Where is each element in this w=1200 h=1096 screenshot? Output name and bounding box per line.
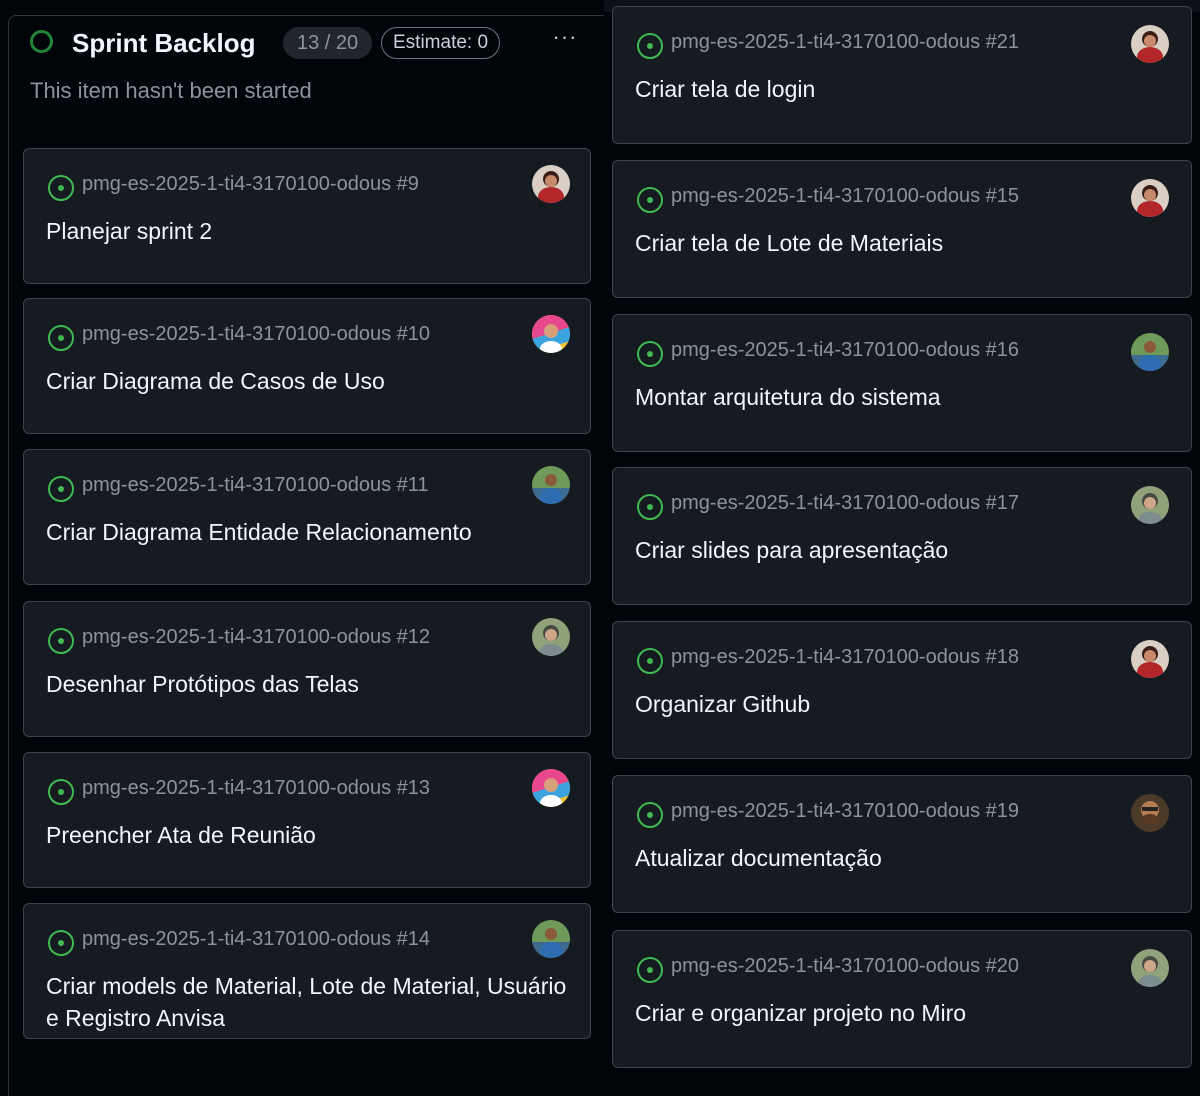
issue-title[interactable]: Criar Diagrama de Casos de Uso (46, 365, 570, 397)
issue-reference-link[interactable]: pmg-es-2025-1-ti4-3170100-odous #9 (82, 173, 419, 196)
issue-card[interactable]: pmg-es-2025-1-ti4-3170100-odous #19 Atual… (612, 775, 1192, 913)
issue-reference-link[interactable]: pmg-es-2025-1-ti4-3170100-odous #13 (82, 777, 430, 800)
issue-reference-link[interactable]: pmg-es-2025-1-ti4-3170100-odous #12 (82, 626, 430, 649)
issue-title[interactable]: Atualizar documentação (635, 842, 1171, 874)
assignee-avatar[interactable] (1131, 179, 1169, 217)
assignee-avatar[interactable] (1131, 640, 1169, 678)
issue-reference-link[interactable]: pmg-es-2025-1-ti4-3170100-odous #10 (82, 323, 430, 346)
issue-card[interactable]: pmg-es-2025-1-ti4-3170100-odous #15 Criar… (612, 160, 1192, 298)
issue-title[interactable]: Criar Diagrama Entidade Relacionamento (46, 516, 570, 548)
issue-card[interactable]: pmg-es-2025-1-ti4-3170100-odous #12 Desen… (23, 601, 591, 737)
open-issue-icon (637, 648, 663, 674)
issue-title[interactable]: Montar arquitetura do sistema (635, 381, 1171, 413)
issue-card[interactable]: pmg-es-2025-1-ti4-3170100-odous #11 Criar… (23, 449, 591, 585)
assignee-avatar[interactable] (1131, 333, 1169, 371)
issue-reference-link[interactable]: pmg-es-2025-1-ti4-3170100-odous #14 (82, 928, 430, 951)
column-menu-button[interactable]: ··· (548, 26, 582, 52)
open-issue-icon (48, 930, 74, 956)
issue-reference-link[interactable]: pmg-es-2025-1-ti4-3170100-odous #18 (671, 646, 1019, 669)
open-issue-icon (637, 33, 663, 59)
issue-title[interactable]: Desenhar Protótipos das Telas (46, 668, 570, 700)
open-issue-icon (48, 628, 74, 654)
issue-title[interactable]: Organizar Github (635, 688, 1171, 720)
open-issue-icon (637, 341, 663, 367)
assignee-avatar[interactable] (532, 769, 570, 807)
issue-card[interactable]: pmg-es-2025-1-ti4-3170100-odous #18 Organ… (612, 621, 1192, 759)
issue-card[interactable]: pmg-es-2025-1-ti4-3170100-odous #20 Criar… (612, 930, 1192, 1068)
issue-reference-link[interactable]: pmg-es-2025-1-ti4-3170100-odous #16 (671, 339, 1019, 362)
assignee-avatar[interactable] (532, 466, 570, 504)
assignee-avatar[interactable] (1131, 486, 1169, 524)
column-description: This item hasn't been started (30, 78, 312, 103)
issue-title[interactable]: Criar models de Material, Lote de Materi… (46, 970, 570, 1034)
issue-title[interactable]: Planejar sprint 2 (46, 215, 570, 247)
issue-card[interactable]: pmg-es-2025-1-ti4-3170100-odous #10 Criar… (23, 298, 591, 434)
column-title: Sprint Backlog (72, 28, 256, 58)
issue-title[interactable]: Criar tela de login (635, 73, 1171, 105)
estimate-badge: Estimate: 0 (381, 27, 501, 59)
issue-card[interactable]: pmg-es-2025-1-ti4-3170100-odous #9 Planej… (23, 148, 591, 284)
open-issue-icon (48, 175, 74, 201)
issue-title[interactable]: Criar e organizar projeto no Miro (635, 997, 1171, 1029)
open-issue-icon (637, 802, 663, 828)
open-issue-icon (637, 187, 663, 213)
issue-card[interactable]: pmg-es-2025-1-ti4-3170100-odous #16 Monta… (612, 314, 1192, 452)
issue-reference-link[interactable]: pmg-es-2025-1-ti4-3170100-odous #20 (671, 955, 1019, 978)
issue-reference-link[interactable]: pmg-es-2025-1-ti4-3170100-odous #19 (671, 800, 1019, 823)
issue-reference-link[interactable]: pmg-es-2025-1-ti4-3170100-odous #11 (82, 474, 429, 497)
assignee-avatar[interactable] (532, 165, 570, 203)
open-issue-icon (637, 494, 663, 520)
assignee-avatar[interactable] (1131, 25, 1169, 63)
issue-title[interactable]: Criar tela de Lote de Materiais (635, 227, 1171, 259)
issue-card[interactable]: pmg-es-2025-1-ti4-3170100-odous #13 Preen… (23, 752, 591, 888)
assignee-avatar[interactable] (532, 618, 570, 656)
issue-reference-link[interactable]: pmg-es-2025-1-ti4-3170100-odous #15 (671, 185, 1019, 208)
open-issue-icon (48, 325, 74, 351)
status-ring-icon (30, 30, 53, 53)
issue-reference-link[interactable]: pmg-es-2025-1-ti4-3170100-odous #17 (671, 492, 1019, 515)
assignee-avatar[interactable] (532, 315, 570, 353)
issue-card[interactable]: pmg-es-2025-1-ti4-3170100-odous #14 Criar… (23, 903, 591, 1039)
issue-reference-link[interactable]: pmg-es-2025-1-ti4-3170100-odous #21 (671, 31, 1019, 54)
assignee-avatar[interactable] (532, 920, 570, 958)
issue-card[interactable]: pmg-es-2025-1-ti4-3170100-odous #21 Criar… (612, 6, 1192, 144)
open-issue-icon (637, 957, 663, 983)
item-count-badge: 13 / 20 (283, 27, 373, 59)
open-issue-icon (48, 779, 74, 805)
issue-card[interactable]: pmg-es-2025-1-ti4-3170100-odous #17 Criar… (612, 467, 1192, 605)
open-issue-icon (48, 476, 74, 502)
issue-title[interactable]: Preencher Ata de Reunião (46, 819, 570, 851)
assignee-avatar[interactable] (1131, 949, 1169, 987)
assignee-avatar[interactable] (1131, 794, 1169, 832)
issue-title[interactable]: Criar slides para apresentação (635, 534, 1171, 566)
